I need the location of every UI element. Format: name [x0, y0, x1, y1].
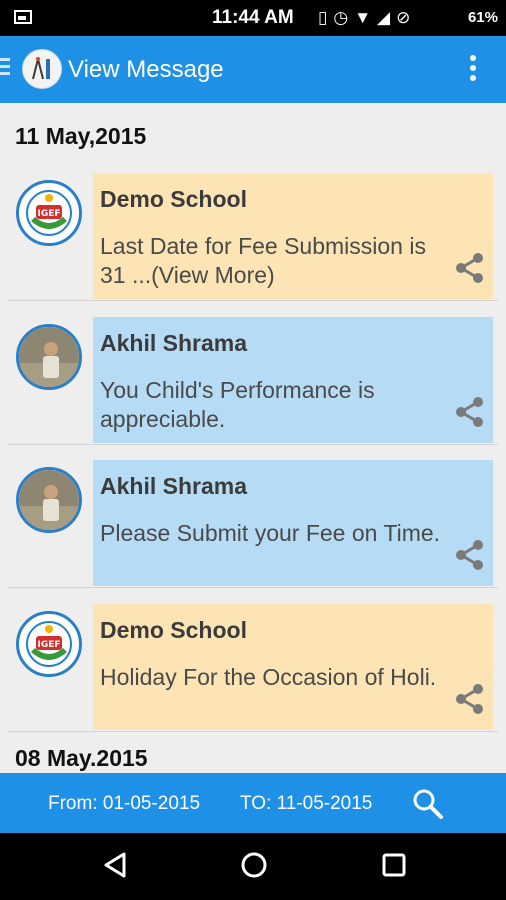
status-bar: 11:44 AM ▯◷▼◢⊘ 61%: [0, 0, 506, 36]
school-logo-avatar: IGEF: [16, 180, 82, 246]
sender-name: Demo School: [100, 617, 247, 643]
status-icons: ▯◷▼◢⊘: [318, 8, 417, 27]
date-header: 08 May.2015: [15, 745, 148, 771]
message-list[interactable]: 11 May,2015 IGEF Demo School Last Date f…: [0, 103, 506, 773]
date-header: 11 May,2015: [15, 123, 147, 149]
recents-icon[interactable]: [381, 851, 407, 884]
search-icon[interactable]: [412, 788, 444, 825]
back-icon[interactable]: [102, 851, 128, 884]
message-bubble[interactable]: Akhil Shrama Please Submit your Fee on T…: [93, 460, 493, 586]
sender-name: Akhil Shrama: [100, 330, 247, 356]
divider: [8, 587, 498, 588]
date-filter-bar: From: 01-05-2015 TO: 11-05-2015: [0, 773, 506, 833]
message-text[interactable]: Last Date for Fee Submission is 31 ...(V…: [100, 232, 450, 290]
message-text[interactable]: Holiday For the Occasion of Holi.: [100, 663, 450, 692]
message-bubble[interactable]: Demo School Holiday For the Occasion of …: [93, 604, 493, 730]
message-bubble[interactable]: Demo School Last Date for Fee Submission…: [93, 173, 493, 299]
message-text[interactable]: You Child's Performance is appreciable.: [100, 376, 450, 434]
divider: [8, 444, 498, 445]
share-icon[interactable]: [454, 396, 486, 433]
share-icon[interactable]: [454, 683, 486, 720]
app-logo-icon: [22, 49, 62, 89]
message-text[interactable]: Please Submit your Fee on Time.: [100, 519, 450, 548]
overflow-menu-icon[interactable]: [470, 55, 476, 85]
sender-name: Akhil Shrama: [100, 473, 247, 499]
teacher-photo-avatar: [16, 324, 82, 390]
app-bar: View Message: [0, 36, 506, 103]
teacher-photo-avatar: [16, 467, 82, 533]
menu-icon[interactable]: [0, 58, 10, 78]
list-item-message[interactable]: IGEF Demo School Last Date for Fee Submi…: [8, 172, 498, 301]
list-item-message[interactable]: Akhil Shrama Please Submit your Fee on T…: [8, 459, 498, 588]
list-item-message[interactable]: IGEF Demo School Holiday For the Occasio…: [8, 603, 498, 732]
picture-icon: [14, 10, 32, 24]
divider: [8, 300, 498, 301]
message-bubble[interactable]: Akhil Shrama You Child's Performance is …: [93, 317, 493, 443]
divider: [8, 731, 498, 732]
sender-name: Demo School: [100, 186, 247, 212]
page-title: View Message: [68, 56, 224, 83]
logo-text: IGEF: [37, 209, 60, 219]
from-date[interactable]: From: 01-05-2015: [48, 793, 200, 815]
share-icon[interactable]: [454, 539, 486, 576]
list-item-message[interactable]: Akhil Shrama You Child's Performance is …: [8, 316, 498, 445]
to-date[interactable]: TO: 11-05-2015: [240, 793, 372, 815]
status-time: 11:44 AM: [212, 7, 294, 28]
system-nav-bar: [0, 833, 506, 900]
home-icon[interactable]: [240, 851, 268, 884]
logo-text: IGEF: [37, 640, 60, 650]
battery-percent: 61%: [467, 9, 498, 26]
school-logo-avatar: IGEF: [16, 611, 82, 677]
share-icon[interactable]: [454, 252, 486, 289]
